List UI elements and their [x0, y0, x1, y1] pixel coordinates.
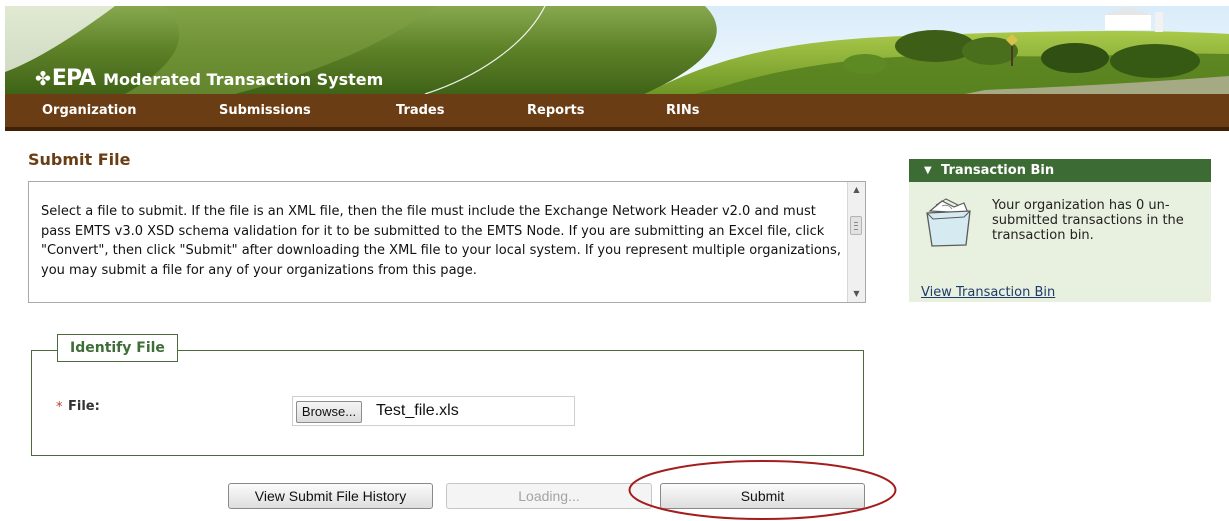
transaction-bin-title: Transaction Bin: [941, 163, 1055, 178]
nav-item-organization[interactable]: Organization: [42, 94, 136, 127]
selected-file-name: Test_file.xls: [376, 402, 459, 419]
nav-item-rins[interactable]: RINs: [666, 94, 699, 127]
transaction-bin-header[interactable]: ▼ Transaction Bin: [909, 159, 1211, 182]
scroll-up-arrow-icon[interactable]: ▲: [848, 182, 865, 198]
page-title: Submit File: [28, 150, 131, 169]
required-marker: *: [56, 400, 63, 415]
description-scrollbar[interactable]: ▲ ▼: [847, 182, 865, 302]
description-box[interactable]: Select a file to submit. If the file is …: [28, 181, 866, 303]
browse-button[interactable]: Browse...: [296, 401, 362, 423]
view-transaction-bin-link[interactable]: View Transaction Bin: [921, 285, 1055, 300]
transaction-bin-message: Your organization has 0 un-submitted tra…: [992, 198, 1184, 243]
collapse-caret-icon[interactable]: ▼: [924, 159, 932, 182]
app-title: Moderated Transaction System: [103, 70, 384, 89]
epa-logo-text: EPA: [51, 66, 96, 91]
transaction-bin-icon: [926, 198, 971, 247]
epa-logo[interactable]: ✤EPA Moderated Transaction System: [35, 66, 383, 91]
description-text: Select a file to submit. If the file is …: [41, 204, 841, 278]
file-label: File:: [68, 399, 100, 414]
scroll-thumb[interactable]: [850, 216, 862, 235]
view-submit-file-history-button[interactable]: View Submit File History: [228, 483, 433, 509]
epa-logo-mark: ✤EPA: [35, 66, 96, 91]
header-banner: ✤EPA Moderated Transaction System: [5, 6, 1229, 94]
submit-button[interactable]: Submit: [660, 483, 865, 509]
epa-flower-icon: ✤: [35, 68, 51, 90]
nav-item-submissions[interactable]: Submissions: [219, 94, 311, 127]
loading-button: Loading...: [446, 483, 652, 509]
file-input[interactable]: Browse... Test_file.xls: [292, 396, 575, 426]
scroll-down-arrow-icon[interactable]: ▼: [848, 286, 865, 302]
identify-file-legend: Identify File: [57, 334, 178, 362]
main-nav: Organization Submissions Trades Reports …: [5, 94, 1229, 131]
transaction-bin-panel: ▼ Transaction Bin Your organization has …: [909, 159, 1211, 302]
nav-item-reports[interactable]: Reports: [527, 94, 584, 127]
nav-item-trades[interactable]: Trades: [396, 94, 444, 127]
